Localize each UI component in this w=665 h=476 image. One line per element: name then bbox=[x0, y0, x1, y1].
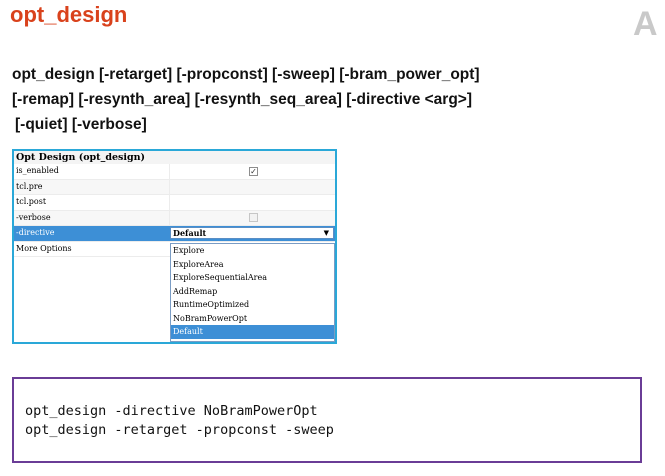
option-value-cell: ✓ bbox=[169, 164, 335, 179]
slide-title: opt_design bbox=[10, 2, 128, 27]
option-label: tcl.post bbox=[16, 197, 47, 206]
opt-design-settings-panel: Opt Design (opt_design) is_enabled ✓ tcl… bbox=[12, 149, 337, 344]
directive-select[interactable]: Default ▼ bbox=[170, 227, 334, 239]
option-label: -directive bbox=[16, 228, 55, 237]
panel-header: Opt Design (opt_design) bbox=[14, 151, 335, 164]
verbose-checkbox[interactable] bbox=[249, 213, 258, 222]
syntax-line: [-quiet] [-verbose] bbox=[15, 116, 147, 133]
logo-watermark: A bbox=[633, 5, 658, 43]
option-row-verbose[interactable]: -verbose bbox=[14, 210, 335, 226]
example-commands-box: opt_design -directive NoBramPowerOpt opt… bbox=[12, 377, 642, 463]
option-row-tcl-post[interactable]: tcl.post bbox=[14, 195, 335, 211]
dropdown-option[interactable]: AddRemap bbox=[171, 285, 334, 299]
option-label: More Options bbox=[16, 243, 72, 253]
dropdown-option[interactable]: NoBramPowerOpt bbox=[171, 312, 334, 326]
tcl-post-field[interactable] bbox=[169, 195, 335, 210]
dropdown-option[interactable]: ExploreArea bbox=[171, 258, 334, 272]
directive-dropdown-list[interactable]: Explore ExploreArea ExploreSequentialAre… bbox=[170, 243, 335, 342]
syntax-line: [-remap] [-resynth_area] [-resynth_seq_a… bbox=[12, 91, 473, 108]
option-row-directive[interactable]: -directive Default ▼ bbox=[14, 226, 335, 242]
option-label: tcl.pre bbox=[16, 181, 43, 191]
is-enabled-checkbox[interactable]: ✓ bbox=[249, 166, 258, 176]
dropdown-option[interactable]: RuntimeOptimized bbox=[171, 298, 334, 312]
option-value-cell bbox=[169, 210, 335, 225]
tcl-pre-field[interactable] bbox=[169, 179, 335, 194]
dropdown-option[interactable]: ExploreSequentialArea bbox=[171, 271, 334, 285]
directive-select-value: Default bbox=[173, 228, 207, 238]
chevron-down-icon[interactable]: ▼ bbox=[324, 228, 329, 238]
command-syntax: opt_design [-retarget] [-propconst] [-sw… bbox=[12, 62, 652, 137]
dropdown-option-selected[interactable]: Default bbox=[171, 325, 334, 339]
dropdown-option[interactable]: Explore bbox=[171, 244, 334, 258]
option-label: -verbose bbox=[16, 212, 51, 222]
command-line: opt_design -directive NoBramPowerOpt bbox=[25, 403, 318, 419]
option-row-tcl-pre[interactable]: tcl.pre bbox=[14, 179, 335, 195]
command-line: opt_design -retarget -propconst -sweep bbox=[25, 422, 334, 438]
syntax-line: opt_design [-retarget] [-propconst] [-sw… bbox=[12, 66, 480, 83]
option-label: is_enabled bbox=[16, 166, 59, 175]
option-value-cell: Default ▼ bbox=[169, 226, 335, 241]
option-row-is-enabled[interactable]: is_enabled ✓ bbox=[14, 164, 335, 180]
